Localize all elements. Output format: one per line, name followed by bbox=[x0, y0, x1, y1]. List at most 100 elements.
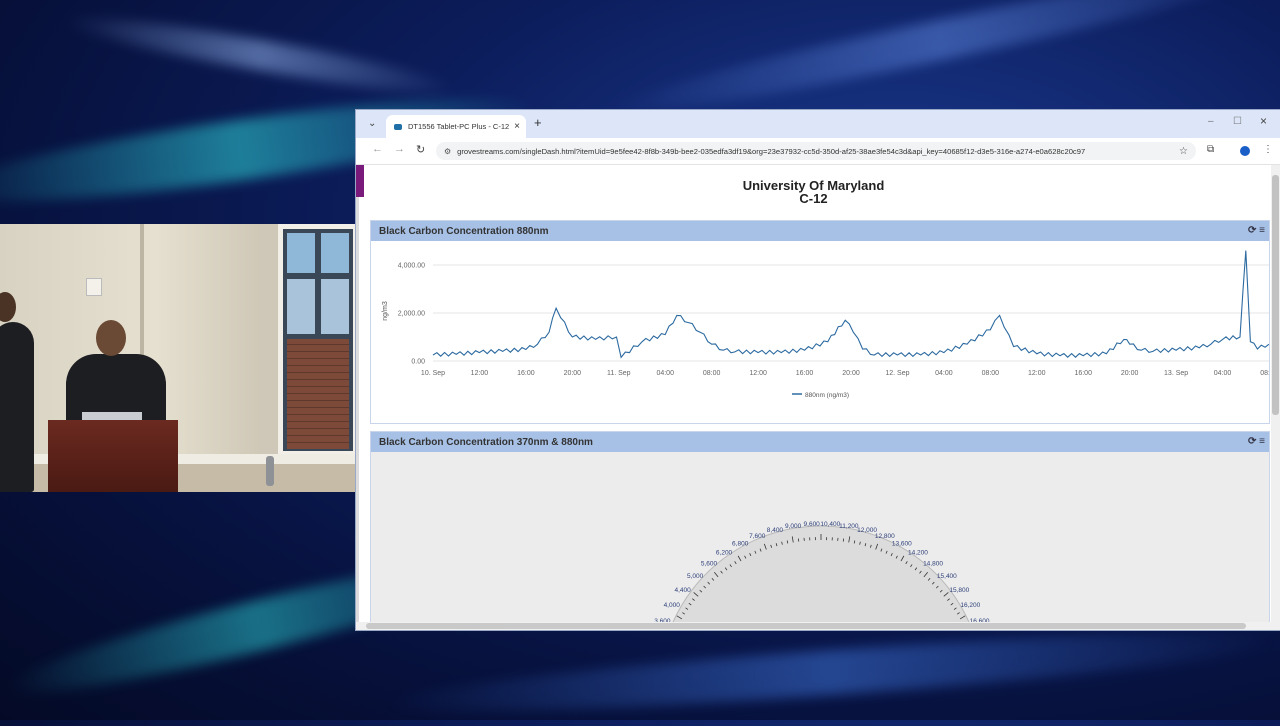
y-axis-label: ng/m3 bbox=[382, 301, 389, 321]
panel-menu-icon[interactable]: ≡ bbox=[1259, 225, 1265, 236]
close-window-icon[interactable]: × bbox=[1260, 114, 1267, 128]
presenter-head bbox=[96, 320, 126, 356]
panel-tools: ⟳ ≡ bbox=[1248, 225, 1265, 236]
panel-header: Black Carbon Concentration 880nm ⟳ ≡ bbox=[371, 221, 1269, 241]
gauge-scale-label: 7,600 bbox=[749, 533, 766, 540]
gauge-chart: 3,2003,6004,0004,4005,0005,6006,2006,800… bbox=[371, 452, 1269, 622]
horizontal-scrollbar[interactable] bbox=[356, 622, 1280, 630]
x-tick-label: 20:00 bbox=[1121, 370, 1139, 377]
gauge-face bbox=[669, 526, 973, 622]
x-tick-label: 11. Sep bbox=[607, 370, 631, 377]
x-tick-label: 12:00 bbox=[1028, 370, 1046, 377]
scroll-thumb[interactable] bbox=[1272, 175, 1279, 415]
tab-bar: ⌄ DT1556 Tablet-PC Plus - C-12 - × + – ☐… bbox=[356, 110, 1280, 138]
browser-window: ⌄ DT1556 Tablet-PC Plus - C-12 - × + – ☐… bbox=[356, 110, 1280, 630]
gauge-scale-label: 4,400 bbox=[675, 587, 692, 594]
gauge-scale-label: 15,400 bbox=[937, 573, 957, 580]
x-tick-label: 04:00 bbox=[1214, 370, 1232, 377]
x-tick-label: 04:00 bbox=[656, 370, 674, 377]
presenter-video bbox=[0, 224, 358, 492]
gauge-scale-label: 6,800 bbox=[732, 540, 749, 547]
dashboard-title-room: C-12 bbox=[356, 192, 1271, 205]
gauge-scale-label: 15,800 bbox=[949, 587, 969, 594]
legend-label: 880nm (ng/m3) bbox=[805, 392, 849, 399]
refresh-icon[interactable]: ⟳ bbox=[1248, 436, 1256, 447]
panel-tools: ⟳ ≡ bbox=[1248, 436, 1265, 447]
gauge-dial bbox=[669, 526, 973, 622]
panel-title: Black Carbon Concentration 370nm & 880nm bbox=[379, 437, 593, 448]
podium bbox=[48, 420, 178, 492]
x-tick-label: 20:00 bbox=[564, 370, 582, 377]
gauge-scale-label: 14,800 bbox=[923, 561, 943, 568]
browser-toolbar: ← → ↻ ⚙ grovestreams.com/singleDash.html… bbox=[356, 138, 1280, 165]
x-tick-label: 08:00 bbox=[703, 370, 721, 377]
x-tick-label: 08:00 bbox=[1260, 370, 1269, 377]
extensions-icon[interactable]: ⧉ bbox=[1207, 144, 1214, 155]
gauge-scale-label: 9,600 bbox=[804, 521, 821, 528]
browser-menu-icon[interactable]: ⋮ bbox=[1263, 144, 1273, 155]
x-tick-label: 12. Sep bbox=[885, 370, 909, 377]
back-icon[interactable]: ← bbox=[372, 143, 383, 155]
light-switch bbox=[86, 278, 102, 296]
site-favicon-icon bbox=[394, 124, 402, 130]
gauge-scale-label: 12,800 bbox=[875, 533, 895, 540]
series-880nm bbox=[433, 251, 1269, 358]
site-info-icon[interactable]: ⚙ bbox=[444, 147, 451, 156]
y-tick-label: 4,000.00 bbox=[398, 263, 425, 270]
x-tick-label: 16:00 bbox=[517, 370, 535, 377]
minimize-icon[interactable]: – bbox=[1208, 116, 1214, 127]
panel-header: Black Carbon Concentration 370nm & 880nm… bbox=[371, 432, 1269, 452]
x-tick-label: 20:00 bbox=[842, 370, 860, 377]
water-bottle bbox=[266, 456, 274, 486]
x-axis: 10. Sep 12:00 16:00 20:00 11. Sep 04:00 08:00 1… bbox=[421, 370, 1269, 377]
panel-menu-icon[interactable]: ≡ bbox=[1259, 436, 1265, 447]
address-bar[interactable]: ⚙ grovestreams.com/singleDash.html?itemU… bbox=[436, 142, 1196, 160]
dashboard-title: University Of Maryland C-12 bbox=[356, 179, 1271, 205]
y-tick-label: 2,000.00 bbox=[398, 311, 425, 318]
x-tick-label: 04:00 bbox=[935, 370, 953, 377]
y-axis: 0.00 2,000.00 4,000.00 bbox=[398, 263, 425, 366]
gauge-scale-label: 16,200 bbox=[960, 602, 980, 609]
url-text: grovestreams.com/singleDash.html?itemUid… bbox=[457, 147, 1179, 156]
vertical-scrollbar[interactable] bbox=[1271, 165, 1280, 622]
panel-880nm: Black Carbon Concentration 880nm ⟳ ≡ 0.0… bbox=[370, 220, 1270, 424]
gauge-scale-label: 5,600 bbox=[701, 561, 718, 568]
tab-search-icon[interactable]: ⌄ bbox=[368, 118, 376, 129]
gauge-scale-label: 13,600 bbox=[892, 540, 912, 547]
x-tick-label: 13. Sep bbox=[1164, 370, 1188, 377]
x-tick-label: 12:00 bbox=[749, 370, 767, 377]
legend[interactable]: 880nm (ng/m3) bbox=[792, 392, 849, 399]
y-tick-label: 0.00 bbox=[411, 359, 425, 366]
x-tick-label: 08:00 bbox=[982, 370, 1000, 377]
series-line-880nm bbox=[433, 251, 1269, 358]
room-window bbox=[278, 224, 358, 456]
gauge-scale-label: 5,000 bbox=[687, 573, 704, 580]
profile-avatar-icon[interactable] bbox=[1240, 146, 1250, 156]
gauge-scale-label: 14,200 bbox=[908, 550, 928, 557]
gauge-scale-label: 9,000 bbox=[785, 523, 802, 530]
gauge-scale-label: 8,400 bbox=[767, 527, 784, 534]
line-chart: 0.00 2,000.00 4,000.00 10. Sep 12:00 16:00 20… bbox=[371, 241, 1269, 423]
panel-title: Black Carbon Concentration 880nm bbox=[379, 226, 548, 237]
x-tick-label: 12:00 bbox=[471, 370, 489, 377]
panel-370-880nm: Black Carbon Concentration 370nm & 880nm… bbox=[370, 431, 1270, 622]
page-content: University Of Maryland C-12 Black Carbon… bbox=[356, 165, 1271, 622]
close-tab-icon[interactable]: × bbox=[514, 121, 520, 132]
gauge-scale-label: 11,200 bbox=[839, 523, 859, 530]
bookmark-star-icon[interactable]: ☆ bbox=[1179, 146, 1188, 157]
refresh-icon[interactable]: ⟳ bbox=[1248, 225, 1256, 236]
person-left bbox=[0, 322, 34, 492]
forward-icon[interactable]: → bbox=[394, 143, 405, 155]
maximize-icon[interactable]: ☐ bbox=[1233, 116, 1242, 127]
active-tab[interactable]: DT1556 Tablet-PC Plus - C-12 - × bbox=[386, 115, 526, 138]
x-tick-label: 16:00 bbox=[796, 370, 814, 377]
gauge-scale-label: 6,200 bbox=[716, 550, 733, 557]
tab-title: DT1556 Tablet-PC Plus - C-12 - bbox=[408, 122, 510, 131]
reload-icon[interactable]: ↻ bbox=[416, 143, 425, 156]
gauge-scale-label: 4,000 bbox=[664, 602, 681, 609]
sidebar-edge bbox=[356, 197, 359, 622]
x-tick-label: 10. Sep bbox=[421, 370, 445, 377]
new-tab-icon[interactable]: + bbox=[534, 115, 542, 130]
x-tick-label: 16:00 bbox=[1074, 370, 1092, 377]
hscroll-thumb[interactable] bbox=[366, 623, 1246, 629]
